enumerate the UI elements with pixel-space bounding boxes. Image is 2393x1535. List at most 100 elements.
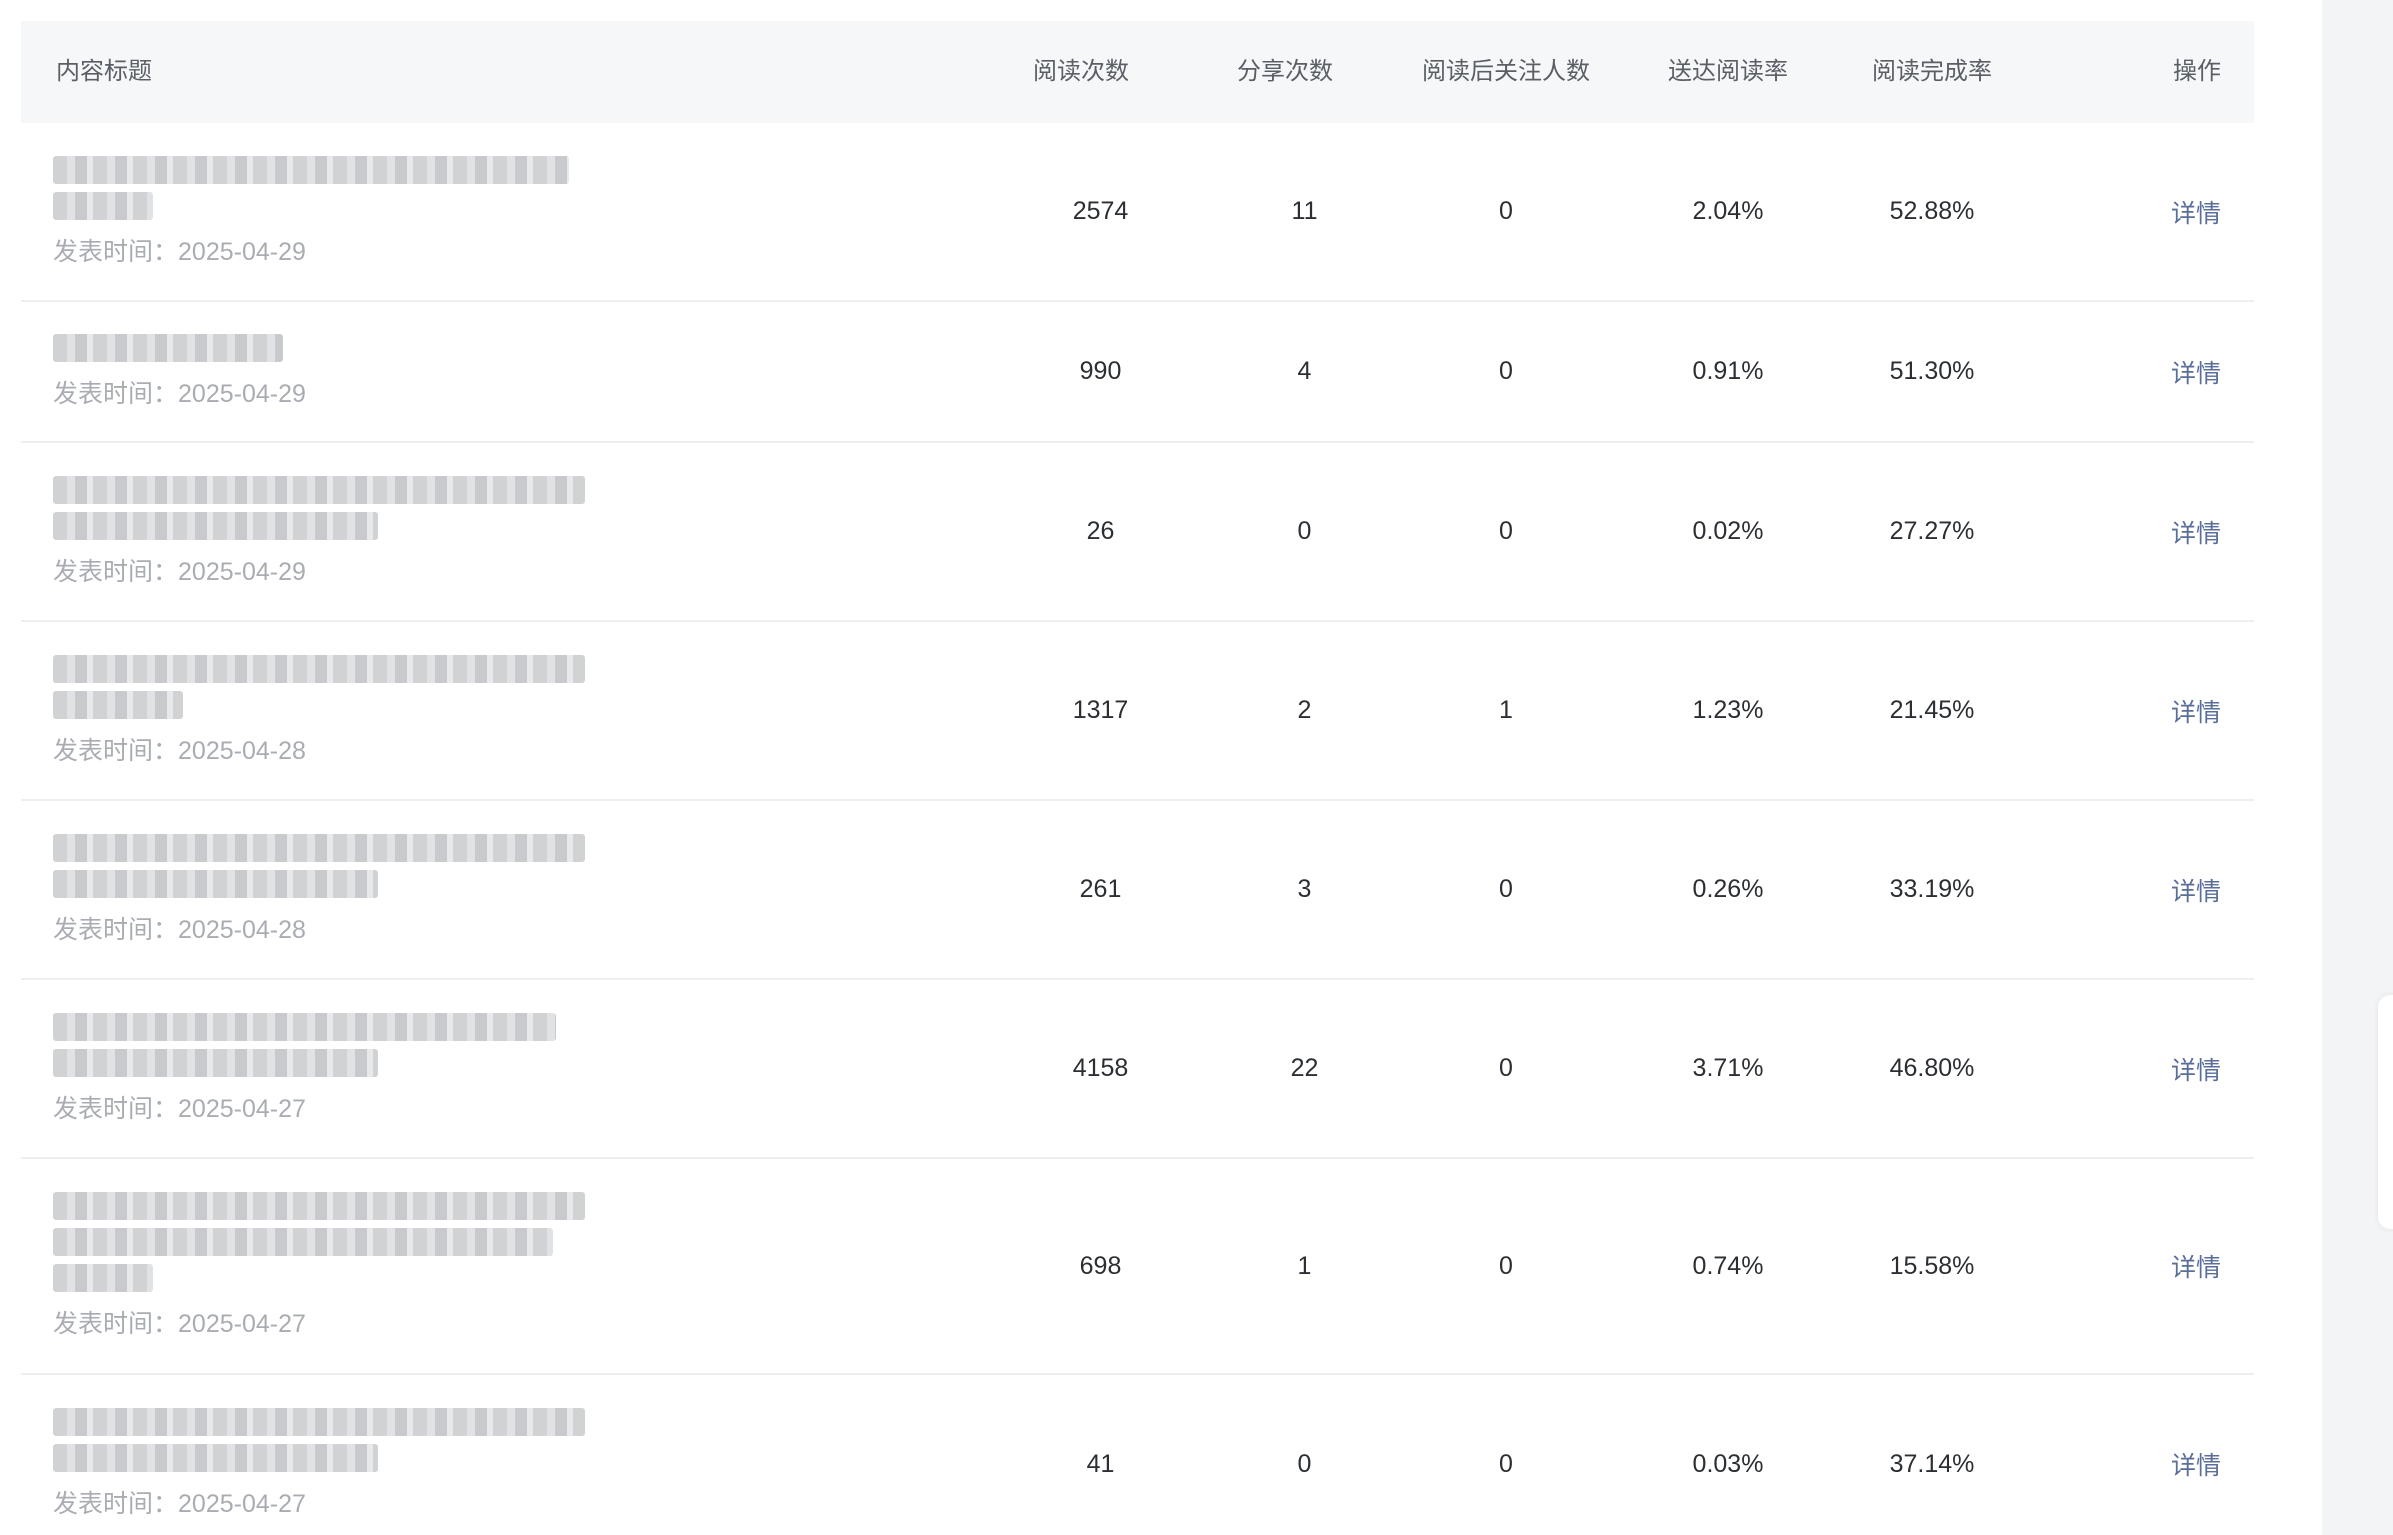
follows-value: 0 [1499, 1449, 1513, 1478]
publish-date: 2025-04-29 [178, 379, 306, 408]
shares-value: 2 [1297, 696, 1312, 724]
table-body: 发表时间：2025-04-29 2574 11 0 2.04% 52.88% 详情 发表时间：… [21, 123, 2254, 1535]
article-title-cell[interactable]: 发表时间：2025-04-29 [53, 302, 593, 441]
reads-value: 41 [1086, 1449, 1115, 1478]
article-title-cell[interactable]: 发表时间：2025-04-27 [53, 1375, 593, 1535]
reach-rate-value: 0.91% [1692, 357, 1764, 385]
completion-rate-value: 33.19% [1889, 875, 1975, 903]
table-header: 内容标题 阅读次数 分享次数 阅读后关注人数 送达阅读率 阅读完成率 操作 [21, 21, 2254, 123]
col-follows-header: 阅读后关注人数 [1422, 58, 1590, 85]
blurred-title-text [53, 333, 283, 362]
publish-time-label: 发表时间： [53, 1310, 179, 1338]
shares-value: 11 [1291, 197, 1318, 225]
right-gutter [2322, 0, 2393, 1535]
completion-rate-value: 51.30% [1889, 357, 1975, 385]
reads-value: 4158 [1072, 1054, 1129, 1082]
details-link[interactable]: 详情 [2121, 980, 2221, 1157]
completion-rate-value: 46.80% [1889, 1054, 1975, 1082]
reach-rate-value: 0.26% [1692, 875, 1764, 903]
blurred-title-text [53, 511, 378, 540]
blurred-title-text [53, 654, 585, 683]
article-title-cell[interactable]: 发表时间：2025-04-28 [53, 801, 593, 978]
article-title-cell[interactable]: 发表时间：2025-04-29 [53, 123, 593, 300]
follows-value: 0 [1499, 1251, 1513, 1280]
reach-rate-value: 0.74% [1692, 1251, 1764, 1280]
details-link[interactable]: 详情 [2121, 302, 2221, 441]
details-link[interactable]: 详情 [2121, 801, 2221, 978]
shares-value: 1 [1297, 1251, 1312, 1280]
blurred-title-text [53, 1012, 556, 1041]
reads-value: 990 [1079, 357, 1122, 385]
publish-date: 2025-04-27 [178, 1310, 306, 1338]
blurred-title-text [53, 690, 183, 719]
col-reach-rate-header: 送达阅读率 [1668, 58, 1788, 85]
details-link[interactable]: 详情 [2121, 1159, 2221, 1373]
col-action-header: 操作 [2173, 58, 2221, 85]
blurred-title-text [53, 1048, 378, 1077]
article-title-cell[interactable]: 发表时间：2025-04-29 [53, 443, 593, 620]
blurred-title-text [53, 475, 585, 504]
reach-rate-value: 0.03% [1692, 1449, 1764, 1478]
completion-rate-value: 15.58% [1889, 1251, 1975, 1280]
publish-time-label: 发表时间： [53, 237, 179, 266]
col-reads-header: 阅读次数 [1033, 58, 1129, 85]
publish-date: 2025-04-29 [178, 237, 306, 266]
completion-rate-value: 37.14% [1889, 1449, 1975, 1478]
table-row: 发表时间：2025-04-29 26 0 0 0.02% 27.27% 详情 [21, 443, 2254, 622]
publish-time-label: 发表时间： [53, 379, 179, 408]
article-title-cell[interactable]: 发表时间：2025-04-28 [53, 622, 593, 799]
publish-time: 发表时间：2025-04-27 [53, 1304, 593, 1340]
publish-time-label: 发表时间： [53, 557, 179, 586]
follows-value: 0 [1499, 197, 1513, 225]
completion-rate-value: 52.88% [1889, 197, 1975, 225]
article-title-cell[interactable]: 发表时间：2025-04-27 [53, 1159, 593, 1373]
reads-value: 26 [1086, 517, 1115, 545]
details-link[interactable]: 详情 [2121, 443, 2221, 620]
publish-time: 发表时间：2025-04-29 [53, 374, 593, 410]
col-completion-header: 阅读完成率 [1872, 58, 1992, 85]
publish-date: 2025-04-27 [178, 1490, 306, 1518]
blurred-title-text [53, 1408, 585, 1436]
shares-value: 22 [1290, 1054, 1319, 1082]
publish-time: 发表时间：2025-04-29 [53, 552, 593, 588]
completion-rate-value: 21.45% [1889, 696, 1975, 724]
shares-value: 0 [1297, 517, 1312, 545]
details-link[interactable]: 详情 [2121, 1375, 2221, 1535]
follows-value: 1 [1499, 696, 1513, 724]
publish-time: 发表时间：2025-04-28 [53, 910, 593, 946]
col-shares-header: 分享次数 [1237, 58, 1333, 85]
follows-value: 0 [1499, 875, 1513, 903]
publish-time-label: 发表时间： [53, 1490, 179, 1518]
completion-rate-value: 27.27% [1889, 517, 1975, 545]
follows-value: 0 [1499, 1054, 1513, 1082]
article-title-cell[interactable]: 发表时间：2025-04-27 [53, 980, 593, 1157]
publish-time-label: 发表时间： [53, 1094, 179, 1123]
details-link[interactable]: 详情 [2121, 123, 2221, 300]
publish-date: 2025-04-27 [178, 1094, 306, 1123]
publish-time: 发表时间：2025-04-27 [53, 1089, 593, 1125]
blurred-title-text [53, 1444, 378, 1472]
publish-date: 2025-04-29 [178, 557, 306, 586]
publish-date: 2025-04-28 [178, 915, 306, 944]
shares-value: 0 [1297, 1449, 1312, 1478]
table-row: 发表时间：2025-04-29 990 4 0 0.91% 51.30% 详情 [21, 302, 2254, 443]
floating-side-tab[interactable] [2378, 995, 2393, 1229]
publish-time-label: 发表时间： [53, 915, 179, 944]
details-link[interactable]: 详情 [2121, 622, 2221, 799]
publish-time-label: 发表时间： [53, 736, 179, 765]
col-title-header: 内容标题 [56, 58, 152, 85]
table-row: 发表时间：2025-04-28 261 3 0 0.26% 33.19% 详情 [21, 801, 2254, 980]
table-row: 发表时间：2025-04-28 1317 2 1 1.23% 21.45% 详情 [21, 622, 2254, 801]
blurred-title-text [53, 869, 378, 898]
follows-value: 0 [1499, 517, 1513, 545]
reads-value: 2574 [1072, 197, 1129, 225]
publish-date: 2025-04-28 [178, 736, 306, 765]
publish-time: 发表时间：2025-04-29 [53, 232, 593, 268]
table-row: 发表时间：2025-04-27 4158 22 0 3.71% 46.80% 详情 [21, 980, 2254, 1159]
reach-rate-value: 0.02% [1692, 517, 1764, 545]
reach-rate-value: 3.71% [1692, 1054, 1764, 1082]
reach-rate-value: 1.23% [1692, 696, 1764, 724]
table-row: 发表时间：2025-04-27 698 1 0 0.74% 15.58% 详情 [21, 1159, 2254, 1375]
reads-value: 1317 [1072, 696, 1129, 724]
table-row: 发表时间：2025-04-27 41 0 0 0.03% 37.14% 详情 [21, 1375, 2254, 1535]
